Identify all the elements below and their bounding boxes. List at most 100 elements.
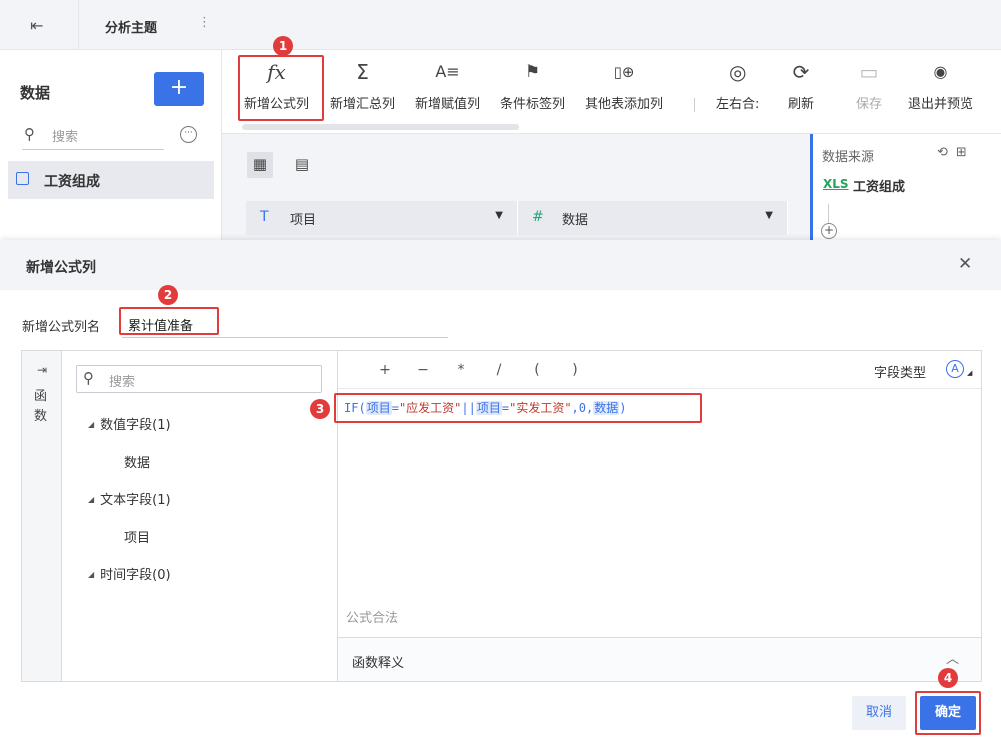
- page-title: 分析主题: [105, 21, 158, 36]
- add-formula-column-dialog: 新增公式列 ✕ 新增公式列名 累计值准备 ⇥ 函数 ⚲ 搜索 ◢ 数值字段(1) …: [0, 240, 1001, 738]
- add-data-button[interactable]: +: [154, 72, 204, 106]
- add-assign-column-button[interactable]: A≡ 新增赋值列: [415, 58, 480, 112]
- text-type-icon[interactable]: A: [946, 360, 964, 378]
- tool-label: 新增汇总列: [330, 97, 396, 112]
- tree-group-text[interactable]: ◢ 文本字段(1): [88, 489, 171, 508]
- exit-preview-button[interactable]: ◉ 退出并预览: [908, 58, 973, 112]
- tool-label: 条件标签列: [500, 97, 566, 112]
- more-vertical-icon[interactable]: ⋮: [198, 15, 211, 30]
- function-tab[interactable]: ⇥ 函数: [22, 351, 62, 681]
- multiply-operator[interactable]: *: [442, 362, 480, 378]
- field-list-panel: ⚲ 搜索 ◢ 数值字段(1) 数据 ◢ 文本字段(1) 项目 ◢ 时间字段(0): [62, 351, 338, 681]
- tree-group-label: 数值字段(1): [100, 418, 171, 433]
- close-icon[interactable]: ✕: [958, 254, 972, 274]
- function-description-bar[interactable]: 函数释义 ︿: [338, 637, 981, 681]
- column-name-label: 新增公式列名: [22, 320, 101, 335]
- highlight-box: [119, 307, 219, 335]
- dialog-header: 新增公式列 ✕: [0, 240, 1001, 290]
- add-step-icon[interactable]: +: [821, 223, 837, 239]
- cancel-button[interactable]: 取消: [852, 696, 906, 730]
- table-add-icon: ▯⊕: [613, 63, 635, 81]
- function-tab-label: 函数: [34, 389, 48, 424]
- column-label: 项目: [290, 213, 317, 228]
- tool-label: 刷新: [788, 97, 815, 112]
- more-icon[interactable]: ···: [180, 126, 197, 143]
- tree-group-label: 文本字段(1): [100, 493, 171, 508]
- number-type-icon: #: [532, 209, 544, 225]
- flag-icon: ⚑: [524, 62, 541, 82]
- chevron-up-icon[interactable]: ︿: [946, 648, 959, 667]
- merge-icon: ◎: [728, 60, 747, 84]
- divide-operator[interactable]: /: [480, 362, 518, 378]
- caret-down-icon: ◢: [88, 420, 95, 429]
- left-right-merge-button[interactable]: ◎ 左右合:: [716, 58, 759, 112]
- divider: [338, 388, 981, 389]
- chart-icon: [16, 172, 29, 185]
- field-search-input[interactable]: ⚲ 搜索: [76, 365, 322, 393]
- dialog-title: 新增公式列: [26, 260, 96, 276]
- highlight-box: [334, 393, 702, 423]
- tree-field-data[interactable]: 数据: [124, 452, 150, 471]
- chevron-down-icon[interactable]: ▼: [765, 210, 773, 221]
- tool-label: 左右合:: [716, 97, 760, 112]
- refresh-icon: ⟳: [792, 60, 810, 84]
- caret-down-icon: ◢: [88, 495, 95, 504]
- open-paren-operator[interactable]: (: [518, 362, 556, 378]
- highlight-box: [238, 55, 324, 121]
- search-placeholder: 搜索: [52, 130, 79, 145]
- column-header-data[interactable]: # 数据 ▼: [518, 201, 788, 235]
- table-area: ▦ ▤ T 项目 ▼ # 数据 ▼: [222, 134, 810, 240]
- caret-down-icon: ◢: [88, 570, 95, 579]
- xls-icon: XLS: [823, 177, 849, 191]
- tree-field-label: 项目: [124, 531, 151, 546]
- tool-label: 新增赋值列: [415, 97, 481, 112]
- add-summary-column-button[interactable]: Σ 新增汇总列: [330, 58, 395, 112]
- sidebar-item-label: 工资组成: [44, 174, 100, 190]
- sidebar-search[interactable]: ⚲ 搜索: [22, 122, 164, 150]
- chevron-down-icon[interactable]: ▼: [495, 210, 503, 221]
- add-column-from-other-table-button[interactable]: ▯⊕ 其他表添加列: [585, 58, 663, 112]
- column-label: 数据: [562, 213, 589, 228]
- assign-icon: A≡: [435, 62, 460, 81]
- save-button[interactable]: ▭ 保存: [856, 58, 882, 112]
- caret-down-icon[interactable]: ◢: [967, 369, 972, 377]
- datasource-action-icons[interactable]: ⟲⊞: [937, 145, 975, 160]
- refresh-button[interactable]: ⟳ 刷新: [788, 58, 814, 112]
- save-icon: ▭: [859, 60, 879, 84]
- text-type-icon: T: [260, 209, 269, 225]
- condition-tag-column-button[interactable]: ⚑ 条件标签列: [500, 58, 565, 112]
- step-badge: 1: [273, 36, 293, 56]
- preview-icon: ◉: [933, 62, 948, 81]
- step-badge: 3: [310, 399, 330, 419]
- sidebar-item-salary[interactable]: 工资组成: [8, 161, 214, 199]
- exit-icon[interactable]: ⇤: [30, 16, 43, 35]
- grid-view-icon[interactable]: ▦: [247, 152, 273, 178]
- column-header-item[interactable]: T 项目 ▼: [246, 201, 518, 235]
- datasource-name[interactable]: 工资组成: [853, 176, 905, 195]
- tool-label: 其他表添加列: [585, 97, 664, 112]
- divider: [694, 98, 695, 112]
- tool-label: 保存: [856, 97, 883, 112]
- divider: [78, 0, 79, 50]
- plus-operator[interactable]: +: [366, 362, 404, 378]
- close-paren-operator[interactable]: ): [556, 362, 594, 378]
- operator-bar: + − * /(): [366, 362, 594, 378]
- top-bar: ⇤ 分析主题 ⋮: [0, 0, 1001, 50]
- tool-label: 退出并预览: [908, 97, 974, 112]
- expand-icon[interactable]: ⇥: [37, 363, 47, 377]
- connector-line: [828, 204, 829, 224]
- tree-group-numeric[interactable]: ◢ 数值字段(1): [88, 414, 171, 433]
- tree-group-time[interactable]: ◢ 时间字段(0): [88, 564, 171, 583]
- layout-view-icon[interactable]: ▤: [289, 152, 315, 178]
- tree-group-label: 时间字段(0): [100, 568, 171, 583]
- step-badge: 4: [938, 668, 958, 688]
- tree-field-item[interactable]: 项目: [124, 527, 150, 546]
- search-icon: ⚲: [24, 125, 35, 143]
- toolbar-scrollbar[interactable]: [242, 124, 519, 130]
- field-type-label: 字段类型: [874, 366, 927, 381]
- minus-operator[interactable]: −: [404, 362, 442, 378]
- search-icon: ⚲: [83, 369, 94, 387]
- data-sidebar: 数据 + ⚲ 搜索 ··· 工资组成: [0, 50, 222, 240]
- tree-field-label: 数据: [124, 456, 151, 471]
- sidebar-title: 数据: [20, 84, 51, 102]
